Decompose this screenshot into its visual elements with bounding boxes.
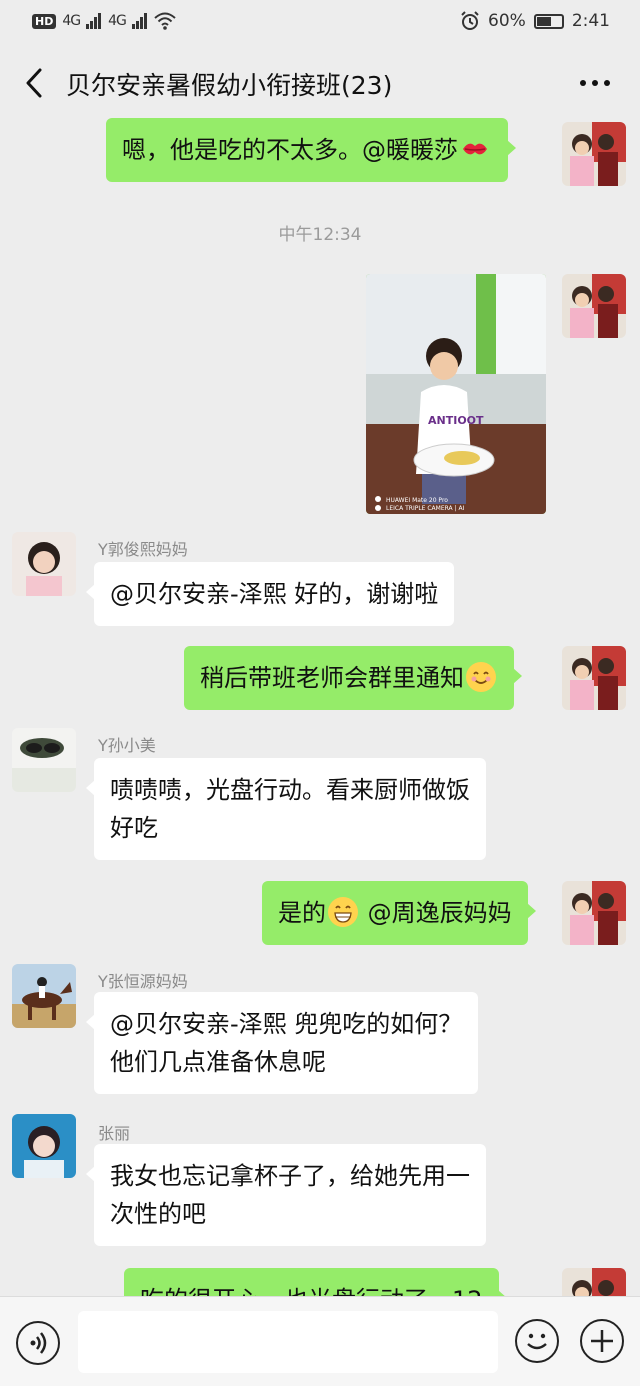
message-text-line: 啧啧啧，光盘行动。看来厨师做饭	[110, 776, 470, 804]
my-avatar[interactable]	[562, 122, 626, 186]
alarm-icon	[461, 11, 479, 30]
message-bubble-mine[interactable]: 嗯，他是吃的不太多。@暖暖莎	[106, 118, 516, 182]
battery-level	[536, 16, 551, 26]
message-text-line: 他们几点准备休息呢	[110, 1048, 326, 1076]
message-text: 吃的很开心，也光盘行动了，12	[140, 1286, 483, 1296]
message-bubble-other[interactable]: @贝尔安亲-泽熙 兜兜吃的如何？ 他们几点准备休息呢	[85, 992, 479, 1094]
my-avatar[interactable]	[562, 274, 626, 338]
more-icon[interactable]	[580, 80, 610, 86]
message-text: @周逸辰妈妈	[360, 899, 512, 927]
chat-title: 贝尔安亲暑假幼小衔接班(23)	[66, 71, 393, 100]
nav-bar: 贝尔安亲暑假幼小衔接班(23)	[0, 44, 640, 122]
message-bubble-other[interactable]: 啧啧啧，光盘行动。看来厨师做饭 好吃	[86, 758, 486, 860]
smile-emoji-icon	[466, 662, 496, 692]
sender-name: Y孙小美	[98, 736, 156, 755]
sender-name: Y张恒源妈妈	[98, 972, 188, 991]
wifi-icon	[154, 12, 176, 30]
message-text: 是的	[278, 899, 326, 927]
battery-icon	[533, 13, 564, 29]
message-text: 稍后带班老师会群里通知	[200, 664, 464, 692]
message-bubble-other[interactable]: 我女也忘记拿杯子了，给她先用一 次性的吧	[86, 1144, 486, 1246]
plus-icon[interactable]	[580, 1319, 624, 1363]
message-text-line: 好吃	[110, 814, 158, 842]
voice-icon[interactable]	[16, 1321, 60, 1365]
message-bubble-other[interactable]: @贝尔安亲-泽熙 好的，谢谢啦	[85, 562, 455, 626]
network-label-1: 4G	[62, 13, 81, 29]
sender-avatar[interactable]	[12, 1114, 76, 1178]
sender-name: 张丽	[98, 1124, 131, 1143]
signal-icon	[86, 13, 102, 29]
input-bar	[0, 1296, 640, 1386]
hd-badge: HD	[32, 13, 57, 29]
message-input[interactable]	[78, 1311, 498, 1373]
message-bubble-mine[interactable]: 吃的很开心，也光盘行动了，12	[124, 1268, 507, 1296]
signal-icon	[131, 13, 147, 29]
my-avatar[interactable]	[562, 881, 626, 945]
status-bar: HD 4G 4G 60% 2:41	[0, 0, 640, 44]
back-icon[interactable]	[20, 66, 50, 100]
message-bubble-mine[interactable]: 是的 @周逸辰妈妈	[262, 881, 536, 945]
photo-message[interactable]: ANTIOOT HUAWEI Mate 20 Pro LEICA TRIPLE …	[366, 274, 546, 514]
timestamp: 中午12:34	[278, 225, 362, 245]
message-text-line: 次性的吧	[110, 1200, 206, 1228]
message-text-line: @贝尔安亲-泽熙 兜兜吃的如何？	[110, 1010, 463, 1038]
chat-area[interactable]: 嗯，他是吃的不太多。@暖暖莎 中午12:34 ANTIOOT HUAWEI Ma…	[0, 118, 640, 1296]
grin-emoji-icon	[328, 897, 358, 927]
watermark-line-2: LEICA TRIPLE CAMERA | AI	[386, 505, 465, 512]
emoji-icon[interactable]	[515, 1319, 559, 1363]
clock: 2:41	[571, 11, 610, 31]
battery-percent: 60%	[488, 11, 526, 31]
my-avatar[interactable]	[562, 646, 626, 710]
message-text-line: 我女也忘记拿杯子了，给她先用一	[110, 1162, 470, 1190]
sender-avatar[interactable]	[12, 532, 76, 596]
my-avatar[interactable]	[562, 1268, 626, 1296]
message-bubble-mine[interactable]: 稍后带班老师会群里通知	[184, 646, 522, 710]
message-text: 嗯，他是吃的不太多。@暖暖莎	[122, 136, 458, 164]
network-label-2: 4G	[108, 13, 127, 29]
sender-avatar[interactable]	[12, 728, 76, 792]
sender-name: Y郭俊熙妈妈	[98, 540, 188, 559]
watermark-line-1: HUAWEI Mate 20 Pro	[386, 497, 448, 504]
sender-avatar[interactable]	[12, 964, 76, 1028]
message-text: @贝尔安亲-泽熙 好的，谢谢啦	[110, 580, 439, 608]
shirt-text: ANTIOOT	[428, 414, 484, 427]
kiss-emoji-icon	[463, 143, 487, 155]
